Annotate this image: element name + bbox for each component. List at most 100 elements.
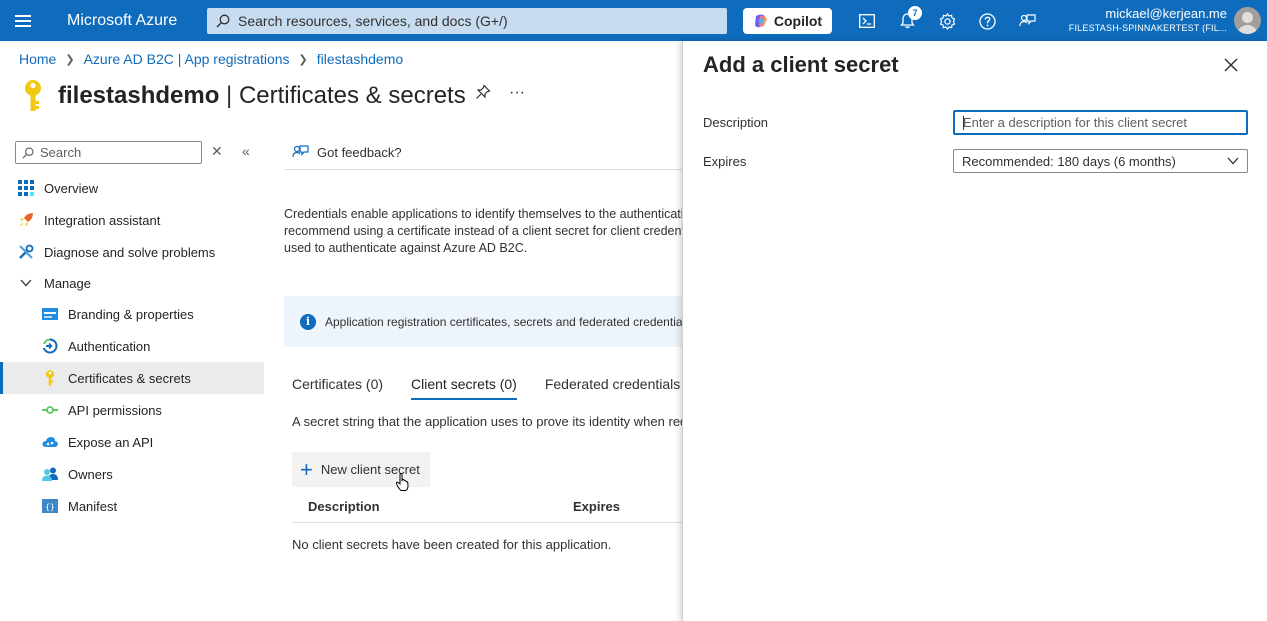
feedback-icon [1018,13,1036,26]
avatar[interactable] [1234,7,1261,34]
feedback-icon [292,144,309,157]
page-header: filestashdemo | Certificates & secrets [20,78,466,114]
secrets-table-header: Description Expires [292,490,682,523]
sidebar-item-label: Expose an API [68,434,154,450]
settings-button[interactable] [934,8,960,34]
panel-title: Add a client secret [703,52,899,77]
sidebar-item-branding[interactable]: Branding & properties [0,298,264,330]
breadcrumb-app-registrations[interactable]: Azure AD B2C | App registrations [84,51,290,67]
client-secret-description: A secret string that the application use… [292,414,682,429]
copilot-button[interactable]: Copilot [743,8,832,34]
authentication-icon [42,338,58,354]
info-icon: i [300,313,316,330]
brand-logo[interactable]: Microsoft Azure [46,12,207,30]
breadcrumb: Home ❯ Azure AD B2C | App registrations … [19,51,403,67]
sidebar-item-certificates-secrets[interactable]: Certificates & secrets [0,362,264,394]
expires-dropdown[interactable]: Recommended: 180 days (6 months) [953,149,1248,173]
top-bar: Microsoft Azure Search resources, servic… [0,0,1267,41]
description-label: Description [703,115,769,130]
more-options-button[interactable]: ··· [509,84,525,102]
description-field[interactable] [953,110,1248,135]
account-tenant: FILESTASH-SPINNAKERTEST (FIL... [1068,23,1227,34]
collapse-sidebar-icon[interactable]: « [242,143,250,159]
key-icon [25,80,41,111]
credential-tabs: Certificates (0) Client secrets (0) Fede… [292,370,682,402]
chevron-down-icon [18,275,34,291]
chevron-right-icon: ❯ [65,53,75,66]
expires-selected-value: Recommended: 180 days (6 months) [962,153,1176,169]
info-banner: i Application registration certificates,… [284,296,682,347]
sidebar-item-diagnose[interactable]: Diagnose and solve problems [0,236,264,268]
hand-cursor-icon [396,473,409,491]
sidebar-item-label: Branding & properties [68,306,194,322]
pin-icon[interactable] [475,84,491,100]
sidebar-item-owners[interactable]: Owners [0,458,264,490]
manifest-icon: {} [42,498,58,514]
search-icon [22,146,34,159]
page-title: filestashdemo | Certificates & secrets [58,82,466,110]
feedback-button[interactable] [1014,8,1040,34]
got-feedback-button[interactable]: Got feedback? [284,135,682,170]
column-header-description[interactable]: Description [308,499,573,514]
sidebar-item-label: API permissions [68,402,162,418]
svg-text:{}: {} [45,503,55,512]
chevron-right-icon: ❯ [298,53,308,66]
sidebar-item-api-permissions[interactable]: API permissions [0,394,264,426]
notifications-badge: 7 [908,6,922,20]
api-permissions-icon [42,402,58,418]
hamburger-icon [15,19,31,22]
title-actions: ··· [475,84,525,102]
global-search-input[interactable]: Search resources, services, and docs (G+… [207,8,727,34]
tab-client-secrets[interactable]: Client secrets (0) [411,370,517,400]
sidebar-item-label: Manifest [68,498,118,514]
portal-menu-button[interactable] [0,0,46,41]
tab-federated-credentials[interactable]: Federated credentials (0) [545,370,682,400]
sidebar-item-label: Owners [68,466,113,482]
sidebar-item-label: Authentication [68,338,151,354]
global-search-placeholder: Search resources, services, and docs (G+… [238,13,508,29]
sidebar-item-expose-api[interactable]: Expose an API [0,426,264,458]
tab-certificates[interactable]: Certificates (0) [292,370,383,400]
breadcrumb-app[interactable]: filestashdemo [317,51,403,67]
column-header-expires[interactable]: Expires [573,499,620,514]
info-banner-text: Application registration certificates, s… [325,314,682,329]
breadcrumb-home[interactable]: Home [19,51,56,67]
copilot-label: Copilot [773,13,823,29]
got-feedback-label: Got feedback? [317,144,402,160]
copilot-icon [754,14,767,28]
sidebar-item-label: Overview [44,180,99,196]
help-icon [978,12,996,30]
wrench-icon [18,244,34,260]
account-menu[interactable]: mickael@kerjean.me FILESTASH-SPINNAKERTE… [1068,6,1227,34]
empty-table-message: No client secrets have been created for … [292,537,612,552]
sidebar-item-authentication[interactable]: Authentication [0,330,264,362]
page-title-separator: | [219,82,239,109]
sidebar: Overview Integration assistant Diagnose … [0,172,264,522]
add-client-secret-panel: Add a client secret Description Expires … [682,41,1267,621]
intro-line: Credentials enable applications to ident… [284,207,682,221]
chevron-down-icon [1227,157,1239,165]
cloud-shell-button[interactable] [854,8,880,34]
sidebar-search-input[interactable]: Search [15,141,202,164]
key-icon [42,370,58,386]
notifications-button[interactable]: 7 [894,6,922,34]
sidebar-item-label: Integration assistant [44,212,161,228]
owners-icon [42,466,58,482]
help-button[interactable] [974,8,1000,34]
rocket-icon [18,212,34,228]
sidebar-item-overview[interactable]: Overview [0,172,264,204]
sidebar-item-manifest[interactable]: {} Manifest [0,490,264,522]
gear-icon [939,12,955,30]
clear-search-icon[interactable]: ✕ [211,143,223,160]
search-icon [216,14,230,28]
page-title-resource: filestashdemo [58,82,220,109]
account-email: mickael@kerjean.me [1105,6,1227,21]
overview-icon [18,180,34,196]
sidebar-group-manage[interactable]: Manage [0,268,264,298]
sidebar-item-label: Manage [44,275,91,291]
description-input[interactable] [963,115,1246,130]
close-icon[interactable] [1223,57,1239,73]
intro-text: Credentials enable applications to ident… [284,206,682,257]
sidebar-item-integration-assistant[interactable]: Integration assistant [0,204,264,236]
cloud-icon [42,434,58,450]
